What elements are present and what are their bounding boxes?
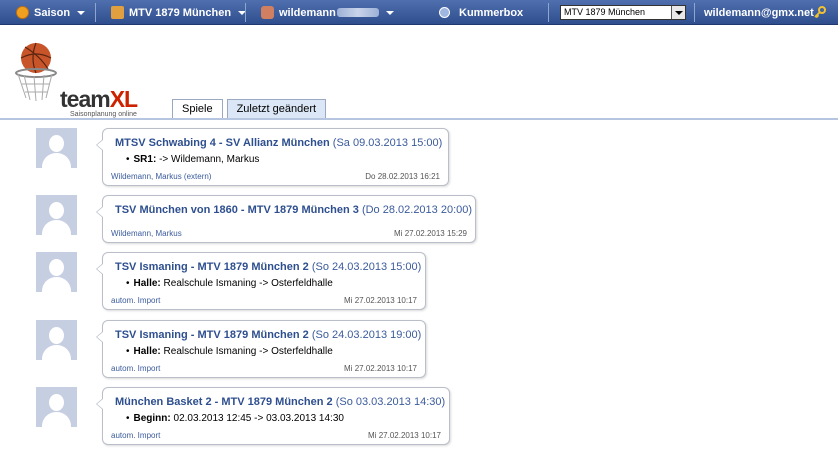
avatar [36,195,77,235]
avatar [36,387,77,427]
timestamp: Mi 27.02.2013 10:17 [368,431,441,440]
author-link[interactable]: Wildemann, Markus [111,229,182,238]
change-detail: • Halle: Realschule Ismaning -> Osterfeld… [126,278,333,289]
timestamp: Do 28.02.2013 16:21 [365,172,440,181]
author-link[interactable]: autom. Import [111,431,160,440]
kummerbox-label: Kummerbox [459,6,524,19]
tab-zuletzt-geaendert[interactable]: Zuletzt geändert [226,99,327,119]
change-card: TSV München von 1860 - MTV 1879 München … [96,195,476,243]
season-menu-label: Saison [34,6,71,19]
game-link[interactable]: TSV Ismaning - MTV 1879 München 2 (So 24… [115,261,421,273]
team-players-icon [111,6,124,19]
game-link[interactable]: MTSV Schwabing 4 - SV Allianz München (S… [115,137,442,149]
nav-separator [548,3,549,22]
nav-separator [694,3,695,22]
game-link[interactable]: München Basket 2 - MTV 1879 München 2 (S… [115,396,445,408]
timestamp: Mi 27.02.2013 10:17 [344,296,417,305]
change-detail: • Halle: Realschule Ismaning -> Osterfeld… [126,346,333,357]
account-email: wildemann@gmx.net [704,6,814,19]
team-select-value: MTV 1879 München [564,7,646,17]
change-card: MTSV Schwabing 4 - SV Allianz München (S… [96,128,449,186]
tab-spiele[interactable]: Spiele [172,99,223,119]
team-menu[interactable]: MTV 1879 München [111,0,247,25]
timestamp: Mi 27.02.2013 15:29 [394,229,467,238]
help-icon [439,7,450,18]
change-card: TSV Ismaning - MTV 1879 München 2 (So 24… [96,252,426,310]
chevron-down-icon [77,10,86,15]
avatar [36,252,77,292]
logo-wordmark: teamXL [60,86,138,112]
user-icon [261,6,274,19]
nav-separator [245,3,246,22]
game-link[interactable]: TSV Ismaning - MTV 1879 München 2 (So 24… [115,329,421,341]
team-menu-label: MTV 1879 München [129,6,232,19]
redacted-name [336,8,379,17]
dropdown-arrow-icon[interactable] [671,6,685,19]
change-card: München Basket 2 - MTV 1879 München 2 (S… [96,387,450,445]
teamxl-logo[interactable]: teamXL Saisonplanung online [10,38,150,118]
avatar [36,320,77,360]
user-menu[interactable]: wildemann [261,0,394,25]
kummerbox-link[interactable]: Kummerbox [439,0,523,25]
timestamp: Mi 27.02.2013 10:17 [344,364,417,373]
logout-link[interactable] [813,0,826,25]
user-menu-label: wildemann [279,6,336,19]
team-select[interactable]: MTV 1879 München [560,5,686,20]
change-detail: • Beginn: 02.03.2013 12:45 -> 03.03.2013 … [126,413,344,424]
author-link[interactable]: Wildemann, Markus (extern) [111,172,211,181]
game-link[interactable]: TSV München von 1860 - MTV 1879 München … [115,204,472,216]
change-card: TSV Ismaning - MTV 1879 München 2 (So 24… [96,320,426,378]
author-link[interactable]: autom. Import [111,364,160,373]
author-link[interactable]: autom. Import [111,296,160,305]
header: teamXL Saisonplanung online Spiele Zulet… [0,26,838,119]
basketball-icon [16,6,29,19]
change-feed: MTSV Schwabing 4 - SV Allianz München (S… [0,120,838,455]
key-icon [814,6,826,19]
season-menu[interactable]: Saison [16,0,86,25]
tab-bar: Spiele Zuletzt geändert [172,99,330,119]
logo-tagline: Saisonplanung online [70,111,137,118]
change-detail: • SR1: -> Wildemann, Markus [126,154,260,165]
chevron-down-icon [385,10,394,15]
account-link[interactable]: wildemann@gmx.net [704,0,814,25]
avatar [36,128,77,168]
top-navigation-bar: Saison MTV 1879 München wildemann Kummer… [0,0,838,25]
nav-separator [95,3,96,22]
